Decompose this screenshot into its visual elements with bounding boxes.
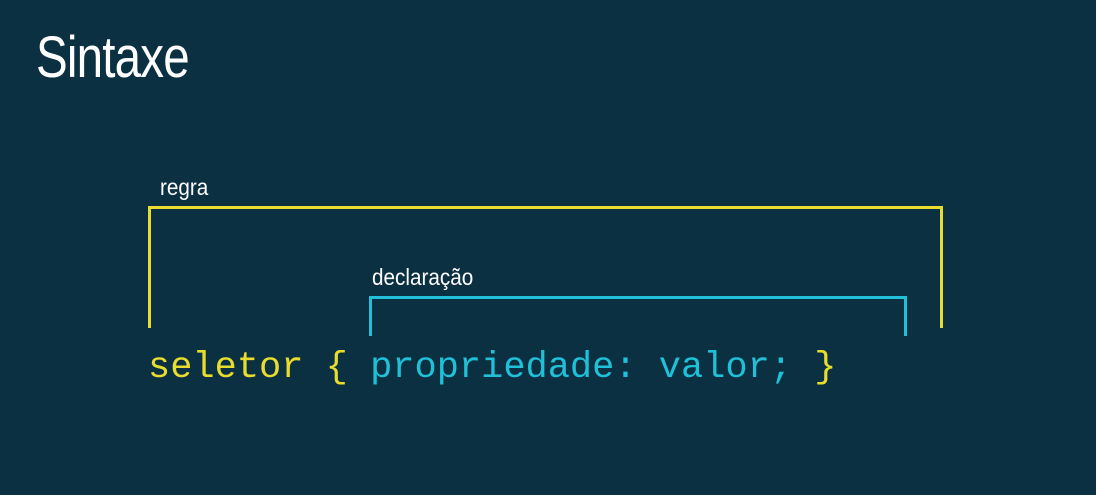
- slide: Sintaxe regra declaração seletor { propr…: [0, 0, 1096, 495]
- css-syntax-line: seletor { propriedade: valor; }: [148, 346, 836, 390]
- open-brace-token: {: [325, 347, 348, 389]
- close-brace-token: }: [814, 347, 837, 389]
- selector-token: seletor: [148, 347, 304, 389]
- value-token: valor;: [658, 347, 792, 389]
- declaration-label: declaração: [372, 264, 474, 290]
- rule-label: regra: [160, 174, 209, 200]
- slide-title: Sintaxe: [36, 25, 190, 90]
- declaration-bracket: [369, 296, 907, 336]
- property-token: propriedade:: [370, 347, 637, 389]
